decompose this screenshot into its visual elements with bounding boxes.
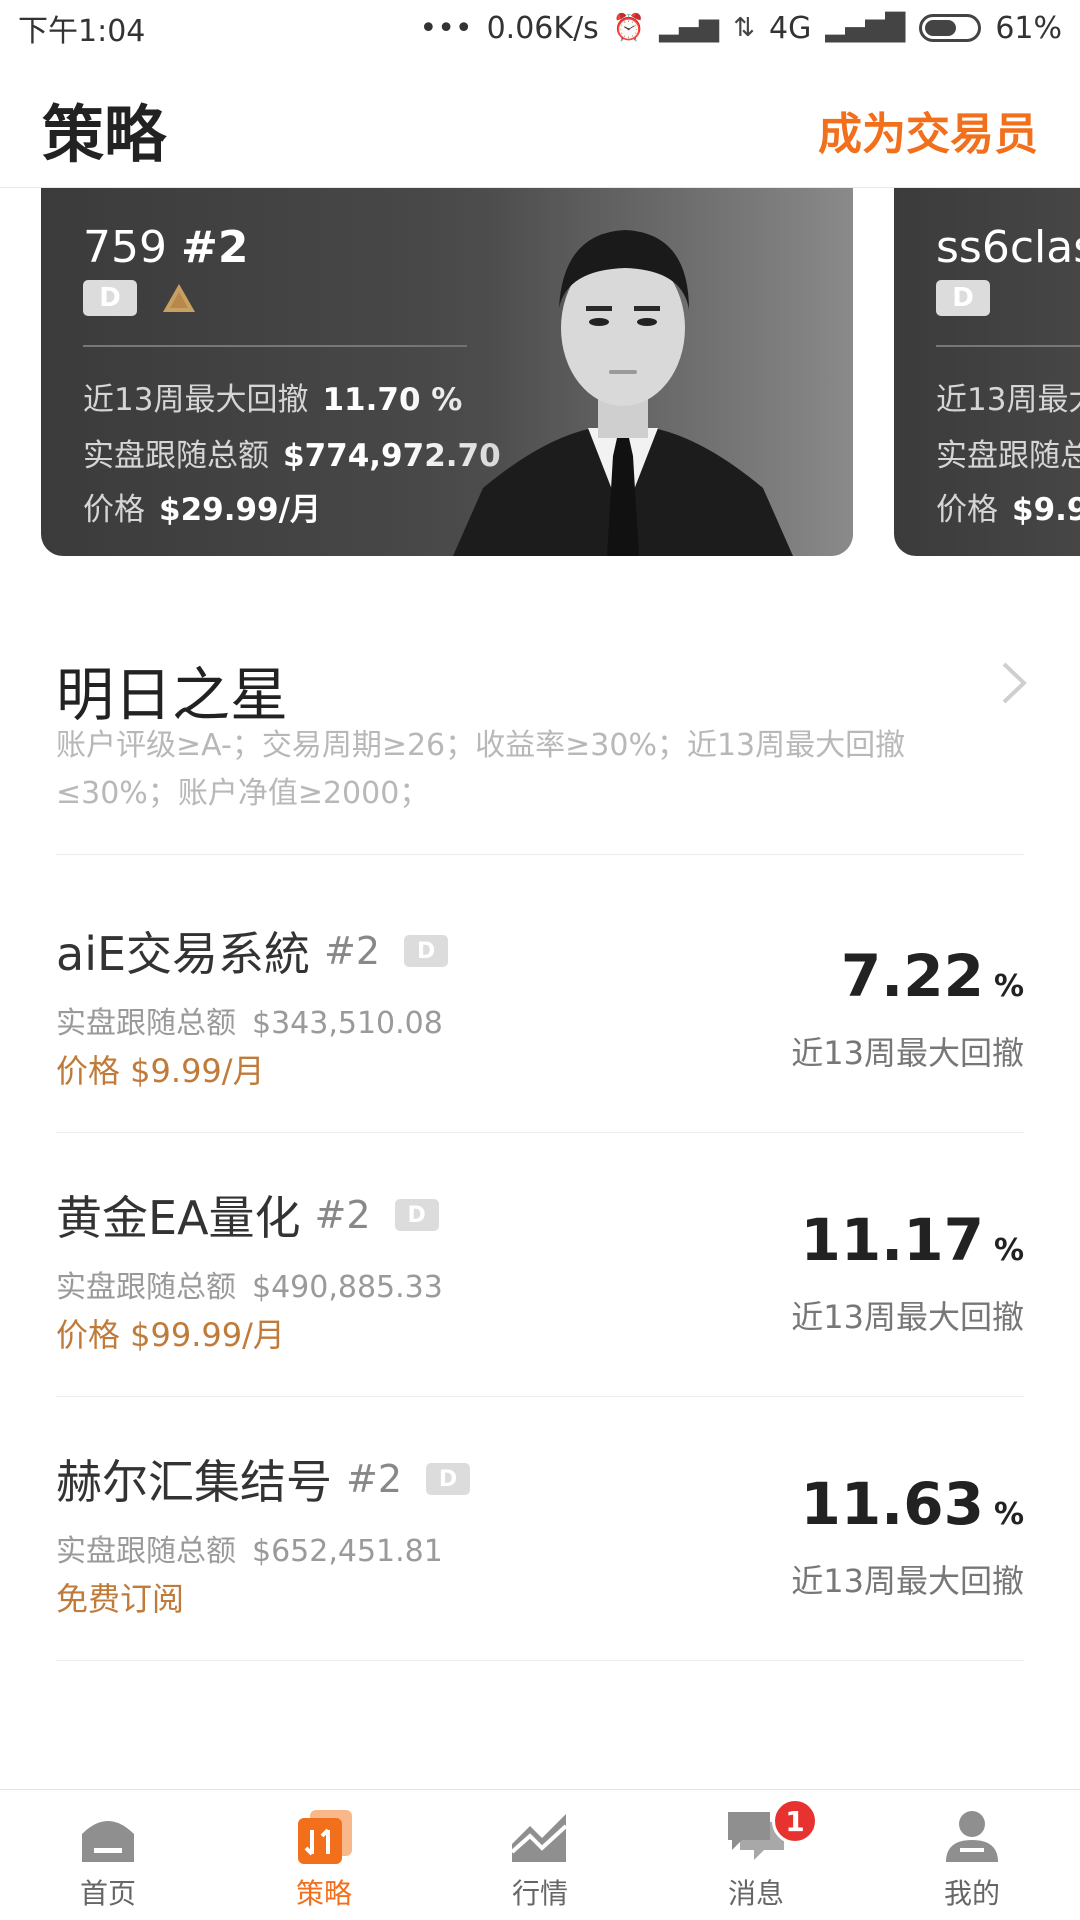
card-badges: D — [83, 280, 197, 316]
card-drawdown: 近13周最大 — [936, 382, 1080, 418]
drawdown-label: 近13周最大回撤 — [791, 1298, 1024, 1336]
section-title[interactable]: 明日之星 — [56, 648, 288, 732]
gold-triangle-icon — [163, 284, 195, 312]
card-badges: D — [936, 280, 990, 316]
divider — [56, 854, 1024, 855]
level-d-badge: D — [83, 280, 137, 316]
follow-amount: 实盘跟随总额 $490,885.33 — [56, 1270, 443, 1305]
card-price: 价格 $29.99/月 — [83, 492, 321, 528]
subscription-price: 价格 $9.99/月 — [56, 1052, 265, 1090]
divider — [56, 1660, 1024, 1661]
subscription-price: 价格 $99.99/月 — [56, 1316, 285, 1354]
drawdown-value: 11.63% — [800, 1470, 1024, 1538]
card-divider — [936, 345, 1080, 347]
alarm-icon: ⏰ — [612, 13, 646, 43]
chart-icon — [510, 1814, 568, 1862]
status-bar: 下午1:04 ••• 0.06K/s ⏰ ▂▄▆ ⇅ 4G ▂▄▆█ 61% — [0, 0, 1080, 56]
network-speed: 0.06K/s — [486, 10, 599, 46]
drawdown-value: 11.17% — [800, 1206, 1024, 1274]
card-follow-amount: 实盘跟随总 — [936, 438, 1080, 474]
level-d-badge: D — [936, 280, 990, 316]
app-header: 策略 成为交易员 — [0, 56, 1080, 188]
nav-home[interactable]: 首页 — [0, 1790, 216, 1920]
card-name: 759 #2 — [83, 222, 249, 273]
level-d-badge: D — [394, 1199, 439, 1231]
strategy-name: aiE交易系統 #2 D — [56, 918, 449, 984]
nav-strategy[interactable]: 策略 — [216, 1790, 432, 1920]
follow-amount: 实盘跟随总额 $343,510.08 — [56, 1006, 443, 1041]
divider — [56, 1396, 1024, 1397]
strategy-list-item[interactable]: aiE交易系統 #2 D 实盘跟随总额 $343,510.08 价格 $9.99/月… — [0, 918, 1080, 1180]
more-dots-icon: ••• — [419, 10, 473, 46]
strategy-page: 下午1:04 ••• 0.06K/s ⏰ ▂▄▆ ⇅ 4G ▂▄▆█ 61% 策… — [0, 0, 1080, 1920]
become-trader-button[interactable]: 成为交易员 — [818, 98, 1038, 162]
network-type: 4G — [768, 10, 812, 46]
strategy-list-item[interactable]: 赫尔汇集结号 #2 D 实盘跟随总额 $652,451.81 免费订阅 11.63%… — [0, 1446, 1080, 1708]
card-name: ss6clas — [936, 222, 1080, 273]
chevron-right-icon[interactable] — [1000, 660, 1028, 706]
follow-amount: 实盘跟随总额 $652,451.81 — [56, 1534, 443, 1569]
featured-strategy-card[interactable]: 759 #2 D 近13周最大回撤 11.70 % 实盘跟随总额 $774,972.… — [41, 188, 853, 556]
strategy-name: 黄金EA量化 #2 D — [56, 1182, 439, 1248]
bottom-nav: 首页 策略 行情 消息 1 我的 — [0, 1789, 1080, 1920]
level-d-badge: D — [426, 1463, 471, 1495]
subscription-price: 免费订阅 — [56, 1580, 185, 1618]
unread-badge: 1 — [772, 1798, 818, 1844]
drawdown-value: 7.22% — [840, 942, 1024, 1010]
signal-icon: ▂▄▆█ — [825, 13, 906, 43]
trader-portrait — [393, 188, 853, 556]
hd-signal-icon: ▂▄▆ — [659, 13, 720, 43]
home-icon — [82, 1821, 134, 1862]
level-d-badge: D — [404, 935, 449, 967]
drawdown-label: 近13周最大回撤 — [791, 1034, 1024, 1072]
featured-strategy-card-next[interactable]: ss6clas D 近13周最大 实盘跟随总 价格$9.9 — [894, 188, 1080, 556]
nav-messages[interactable]: 消息 1 — [648, 1790, 864, 1920]
status-time: 下午1:04 — [18, 14, 146, 49]
card-price: 价格 $9.9 — [936, 492, 1080, 528]
divider — [56, 1132, 1024, 1133]
strategy-name: 赫尔汇集结号 #2 D — [56, 1446, 471, 1512]
strategy-list-item[interactable]: 黄金EA量化 #2 D 实盘跟随总额 $490,885.33 价格 $99.99/月… — [0, 1182, 1080, 1444]
drawdown-label: 近13周最大回撤 — [791, 1562, 1024, 1600]
battery-percent: 61% — [995, 10, 1062, 46]
strategy-icon — [298, 1810, 352, 1864]
battery-icon — [919, 14, 982, 42]
nav-market[interactable]: 行情 — [432, 1790, 648, 1920]
user-icon — [946, 1811, 998, 1862]
section-criteria: 账户评级≥A-；交易周期≥26；收益率≥30%；近13周最大回撤≤30%；账户净… — [56, 728, 906, 811]
page-title: 策略 — [42, 98, 167, 171]
nav-me[interactable]: 我的 — [864, 1790, 1080, 1920]
status-icons: ••• 0.06K/s ⏰ ▂▄▆ ⇅ 4G ▂▄▆█ 61% — [420, 11, 1063, 46]
data-transfer-icon: ⇅ — [733, 13, 755, 43]
